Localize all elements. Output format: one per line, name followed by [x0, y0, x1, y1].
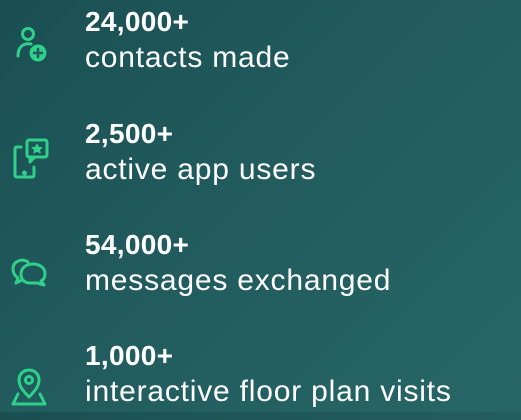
stat-value: 2,500+	[85, 118, 174, 149]
mobile-app-star-icon	[8, 137, 52, 181]
location-pin-icon	[8, 366, 52, 410]
stat-floor-plan: 1,000+ interactive floor plan visits	[0, 340, 521, 420]
stat-label: contacts made	[85, 41, 291, 74]
add-contact-icon	[8, 24, 52, 68]
stat-app-users: 2,500+ active app users	[0, 118, 521, 198]
chat-bubbles-icon	[8, 249, 52, 293]
stat-label: messages exchanged	[85, 264, 392, 297]
stat-value: 54,000+	[85, 229, 190, 260]
stat-contacts: 24,000+ contacts made	[0, 6, 521, 86]
stat-label: active app users	[85, 153, 317, 186]
stat-messages: 54,000+ messages exchanged	[0, 229, 521, 309]
stat-value: 1,000+	[85, 340, 174, 371]
stat-value: 24,000+	[85, 6, 190, 37]
stat-label: interactive floor plan visits	[85, 375, 452, 408]
